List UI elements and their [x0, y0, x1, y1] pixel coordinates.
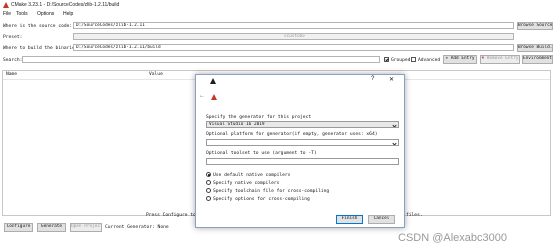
menu-tools[interactable]: Tools: [16, 11, 28, 17]
generator-dialog: ? ✕ ← Specify the generator for this pro…: [195, 74, 405, 228]
search-input[interactable]: [22, 56, 380, 63]
warning-logo-icon: [211, 94, 217, 100]
configure-button[interactable]: Configure: [4, 223, 33, 232]
source-path-input[interactable]: D:/SourceCodes/zlib-1.2.11: [73, 22, 514, 29]
option-toolchain-file: Specify toolchain file for cross-compili…: [213, 189, 330, 194]
generator-select[interactable]: Visual Studio 16 2019: [206, 121, 399, 128]
chevron-down-icon: [392, 140, 397, 145]
source-label: Where is the source code:: [3, 24, 73, 29]
advanced-label: Advanced: [418, 58, 441, 63]
preset-select[interactable]: <custom>: [73, 33, 514, 40]
cmake-logo-icon: [210, 78, 216, 84]
browse-source-button[interactable]: Browse Source...: [517, 22, 553, 30]
build-path-input[interactable]: D:/SourceCodes/zlib-1.2.11/build: [73, 44, 514, 51]
finish-button[interactable]: Finish: [336, 215, 363, 224]
open-project-button[interactable]: Open Project: [70, 223, 102, 232]
search-label: Search:: [3, 58, 23, 63]
platform-select[interactable]: [206, 139, 399, 146]
menu-options[interactable]: Options: [37, 11, 54, 17]
environment-button[interactable]: Environment...: [522, 55, 553, 64]
generator-value: Visual Studio 16 2019: [209, 122, 265, 127]
radio-cross-compiling-options[interactable]: [206, 196, 211, 201]
menu-help[interactable]: Help: [63, 11, 73, 17]
current-generator-text: Current Generator: None: [105, 225, 169, 230]
build-label: Where to build the binaries:: [3, 46, 81, 51]
radio-toolchain-file[interactable]: [206, 188, 211, 193]
toolset-label: Optional toolset to use (argument to -T): [206, 151, 317, 156]
grouped-label: Grouped: [391, 58, 411, 63]
add-entry-label: Add Entry: [450, 56, 475, 61]
plus-icon: ✚: [445, 56, 449, 61]
cancel-button[interactable]: Cancel: [368, 215, 395, 224]
preset-label: Preset:: [3, 35, 23, 40]
menu-file[interactable]: File: [3, 11, 11, 17]
remove-entry-button[interactable]: ✖ Remove Entry: [480, 55, 520, 64]
generate-button[interactable]: Generate: [37, 223, 66, 232]
status-message-right: files.: [406, 213, 423, 218]
close-icon[interactable]: ✕: [389, 76, 394, 83]
grouped-checkbox[interactable]: [384, 57, 389, 62]
specify-generator-label: Specify the generator for this project: [206, 115, 312, 120]
column-header-name[interactable]: Name: [6, 72, 17, 77]
option-cross-compiling-options: Specify options for cross-compiling: [213, 197, 310, 202]
help-icon[interactable]: ?: [371, 76, 374, 82]
radio-native-compilers[interactable]: [206, 180, 211, 185]
back-arrow-icon[interactable]: ←: [199, 93, 205, 99]
browse-build-button[interactable]: Browse Build...: [517, 44, 553, 52]
advanced-checkbox[interactable]: [411, 57, 416, 62]
menu-bar: File Tools Options Help: [0, 10, 554, 19]
cmake-logo-icon: [3, 2, 9, 8]
remove-entry-label: Remove Entry: [486, 56, 519, 61]
column-header-value[interactable]: Value: [149, 72, 163, 77]
status-message-left: Press Configure to: [146, 213, 196, 218]
window-title: CMake 3.23.1 - D:/SourceCodes/zlib-1.2.1…: [11, 2, 120, 8]
option-default-compilers: Use default native compilers: [213, 173, 291, 178]
platform-label: Optional platform for generator(if empty…: [206, 132, 378, 137]
option-native-compilers: Specify native compilers: [213, 181, 280, 186]
title-bar: CMake 3.23.1 - D:/SourceCodes/zlib-1.2.1…: [0, 0, 554, 10]
add-entry-button[interactable]: ✚ Add Entry: [443, 55, 477, 64]
chevron-down-icon: [392, 122, 397, 127]
cross-icon: ✖: [481, 56, 485, 61]
toolset-input[interactable]: [206, 158, 399, 165]
csdn-watermark: CSDN @Alexabc3000: [398, 232, 507, 244]
radio-default-compilers[interactable]: [206, 172, 211, 177]
